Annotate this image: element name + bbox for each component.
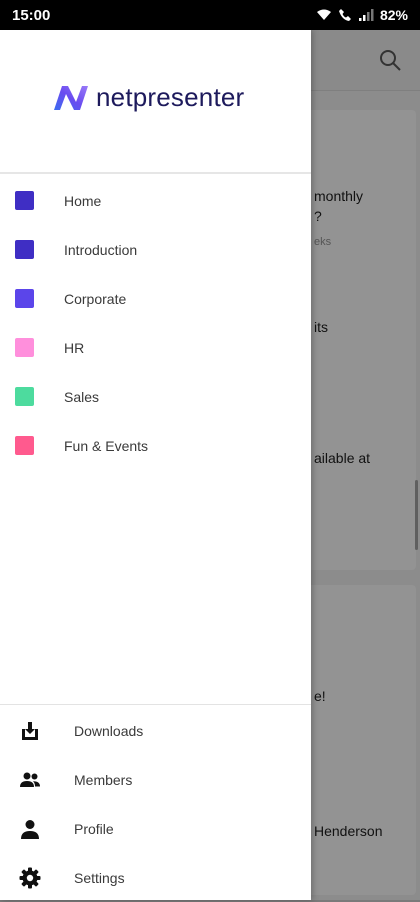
nav-item-label: Corporate <box>64 290 127 307</box>
nav-item-home[interactable]: Home <box>0 176 311 225</box>
category-nav: Home Introduction Corporate HR Sales Fun… <box>0 176 311 470</box>
logo-wordmark: netpresenter <box>96 82 245 112</box>
hr-swatch-icon <box>15 338 34 357</box>
signal-icon <box>358 9 374 21</box>
account-nav: Downloads Members Profile Settings <box>0 706 311 902</box>
nav-item-members[interactable]: Members <box>0 755 311 804</box>
background-text: e! <box>314 688 326 704</box>
logo-mark-icon <box>54 85 88 110</box>
nav-item-label: HR <box>64 339 85 356</box>
introduction-swatch-icon <box>15 240 34 259</box>
background-text: its <box>314 319 328 335</box>
nav-item-label: Sales <box>64 388 100 405</box>
background-text: eks <box>314 236 332 248</box>
scrollbar <box>415 480 418 550</box>
fun-events-swatch-icon <box>15 436 34 455</box>
nav-item-label: Home <box>64 192 102 209</box>
nav-item-label: Introduction <box>64 241 138 258</box>
download-icon <box>22 721 38 740</box>
search-icon <box>380 50 401 71</box>
nav-item-label: Downloads <box>74 722 144 739</box>
status-indicators: 82% <box>316 7 408 23</box>
navigation-drawer: netpresenter Home Introduction Corporate… <box>0 30 311 900</box>
status-bar: 15:00 82% <box>0 0 420 30</box>
nav-item-hr[interactable]: HR <box>0 323 311 372</box>
battery-level: 82% <box>379 7 408 23</box>
drawer-header: netpresenter <box>0 30 311 174</box>
background-text: Henderson <box>314 823 383 839</box>
nav-item-label: Fun & Events <box>64 437 149 454</box>
nav-item-corporate[interactable]: Corporate <box>0 274 311 323</box>
divider <box>0 704 311 705</box>
status-time: 15:00 <box>12 7 51 24</box>
background-text: ailable at <box>314 450 371 466</box>
nav-item-downloads[interactable]: Downloads <box>0 706 311 755</box>
corporate-swatch-icon <box>15 289 34 308</box>
netpresenter-logo: netpresenter <box>52 82 244 113</box>
sales-swatch-icon <box>15 387 34 406</box>
call-icon <box>338 9 351 21</box>
nav-item-sales[interactable]: Sales <box>0 372 311 421</box>
nav-item-label: Profile <box>74 820 114 837</box>
home-swatch-icon <box>15 191 34 210</box>
nav-item-introduction[interactable]: Introduction <box>0 225 311 274</box>
nav-item-label: Settings <box>74 869 125 886</box>
background-text: monthly <box>314 188 364 204</box>
profile-icon <box>21 819 39 839</box>
background-text: ? <box>314 208 322 224</box>
wifi-icon <box>316 9 331 20</box>
members-icon <box>20 772 40 787</box>
nav-item-fun-events[interactable]: Fun & Events <box>0 421 311 470</box>
settings-icon <box>19 867 41 888</box>
nav-item-profile[interactable]: Profile <box>0 804 311 853</box>
nav-item-settings[interactable]: Settings <box>0 853 311 902</box>
nav-item-label: Members <box>74 771 133 788</box>
